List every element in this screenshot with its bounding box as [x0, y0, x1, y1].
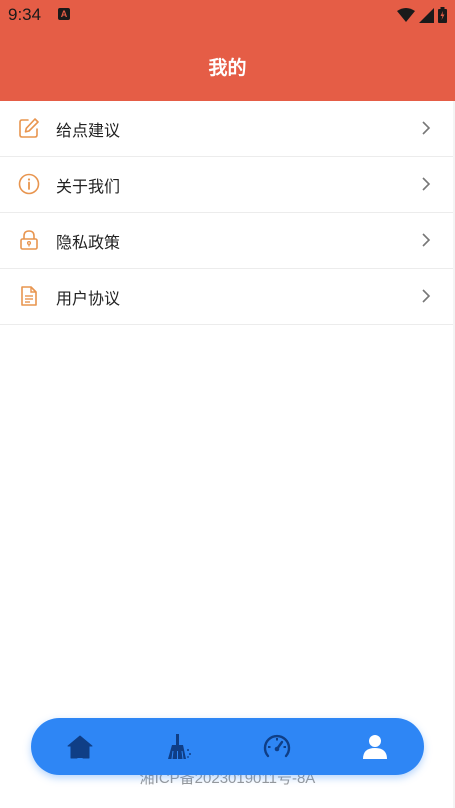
- battery-icon: [438, 7, 447, 23]
- document-icon: [21, 286, 37, 306]
- nav-home-button[interactable]: [50, 722, 110, 772]
- signal-icon: [419, 7, 434, 23]
- menu-item-privacy-policy[interactable]: 隐私政策: [0, 213, 455, 269]
- home-icon: [67, 735, 93, 758]
- menu-item-label: 用户协议: [56, 288, 121, 308]
- page-title: 我的: [208, 57, 247, 79]
- bottom-navigation: [31, 718, 424, 775]
- status-bar: 9:34 A: [0, 0, 455, 32]
- system-icons: [397, 7, 447, 23]
- menu-item-label: 隐私政策: [56, 232, 121, 252]
- edit-icon: [19, 118, 39, 138]
- speedometer-icon: [263, 734, 290, 757]
- status-time: 9:34: [8, 5, 42, 24]
- lock-icon: [20, 230, 38, 250]
- menu-item-label: 关于我们: [56, 176, 121, 196]
- nav-profile-button[interactable]: [345, 722, 405, 772]
- settings-menu: 给点建议 关于我们 隐私政策 用户协议: [0, 101, 455, 325]
- info-icon: [18, 173, 40, 195]
- menu-item-about-us[interactable]: 关于我们: [0, 157, 455, 213]
- nav-clean-button[interactable]: [148, 722, 208, 772]
- app-notification-icon: A: [58, 8, 70, 20]
- chevron-right-icon: [422, 177, 431, 191]
- profile-screen: 9:34 A 我的 给点建议 关于我们 隐私政策 用户协议 湘ICP备20230…: [0, 0, 455, 808]
- menu-item-feedback[interactable]: 给点建议: [0, 101, 455, 157]
- chevron-right-icon: [422, 233, 431, 247]
- chevron-right-icon: [422, 289, 431, 303]
- user-profile-icon: [362, 734, 387, 759]
- menu-item-user-agreement[interactable]: 用户协议: [0, 269, 455, 325]
- nav-speed-button[interactable]: [247, 722, 307, 772]
- wifi-icon: [397, 7, 415, 22]
- broom-clean-icon: [168, 733, 192, 759]
- menu-item-label: 给点建议: [56, 120, 121, 140]
- chevron-right-icon: [422, 121, 431, 135]
- page-header: 我的: [0, 32, 455, 101]
